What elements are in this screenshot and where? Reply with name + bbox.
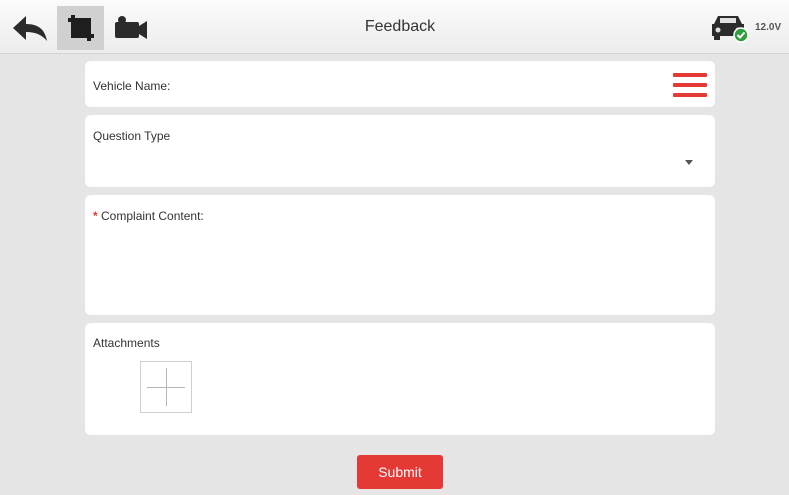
video-camera-icon	[115, 16, 147, 39]
car-connected-icon	[712, 16, 749, 43]
add-attachment-button[interactable]	[140, 361, 192, 413]
vehicle-status[interactable]	[708, 12, 752, 49]
required-mark: *	[93, 209, 98, 223]
attachments-label: Attachments	[93, 336, 160, 350]
back-button[interactable]	[4, 6, 56, 50]
crop-icon	[67, 15, 94, 41]
question-type-label: Question Type	[93, 129, 171, 143]
complaint-content-field[interactable]: * Complaint Content:	[85, 195, 715, 315]
complaint-content-label: Complaint Content:	[101, 209, 204, 223]
vehicle-name-label: Vehicle Name:	[93, 79, 171, 93]
vehicle-name-card: Vehicle Name:	[85, 61, 715, 107]
back-arrow-icon	[13, 16, 47, 41]
attachments-card: Attachments	[85, 323, 715, 435]
complaint-label-row: * Complaint Content:	[93, 209, 204, 223]
screenshot-button[interactable]	[57, 6, 104, 50]
voltage-readout: 12.0V	[755, 22, 782, 33]
question-type-select[interactable]: Question Type	[85, 115, 715, 187]
submit-button[interactable]: Submit	[357, 455, 443, 489]
page-title: Feedback	[364, 18, 436, 35]
top-toolbar: Feedback 12.0V	[0, 0, 789, 54]
chevron-down-icon	[685, 160, 693, 165]
menu-icon[interactable]	[673, 73, 707, 97]
record-button[interactable]	[106, 6, 156, 50]
